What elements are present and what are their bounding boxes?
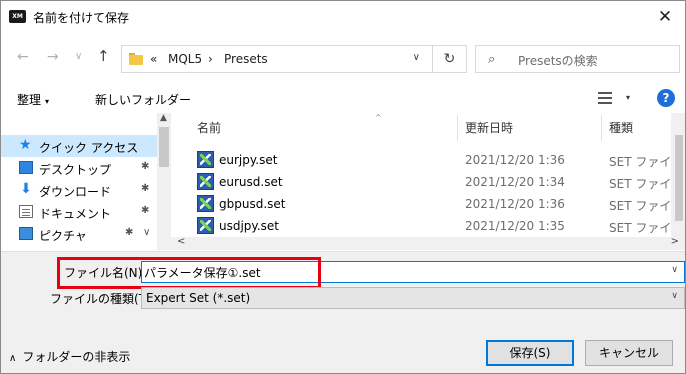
new-folder-button[interactable]: 新しいフォルダー bbox=[95, 91, 191, 108]
search-icon: ⌕ bbox=[488, 52, 496, 67]
file-list: ^ 名前 更新日時 種類 eurjpy.set 2021/12/20 1:36 … bbox=[171, 113, 685, 250]
file-date: 2021/12/20 1:36 bbox=[465, 153, 565, 167]
organize-button[interactable]: 整理 ▾ bbox=[17, 91, 49, 108]
chevron-down-icon: ∨ bbox=[671, 291, 678, 301]
scroll-thumb[interactable] bbox=[675, 135, 683, 221]
column-header-name[interactable]: 名前 bbox=[197, 119, 221, 136]
close-button[interactable]: ✕ bbox=[645, 1, 685, 33]
title-bar: XM 名前を付けて保存 ✕ bbox=[1, 1, 685, 33]
forward-icon[interactable]: → bbox=[47, 49, 59, 65]
scroll-up-icon[interactable]: ▲ bbox=[160, 113, 167, 123]
document-icon bbox=[19, 205, 33, 218]
filename-input[interactable] bbox=[144, 263, 644, 281]
nav-item-label: ドキュメント bbox=[39, 207, 112, 221]
nav-item-downloads[interactable]: ⬇ ダウンロード ✱ bbox=[1, 179, 157, 201]
star-icon: ★ bbox=[19, 137, 32, 153]
nav-item-label: デスクトップ bbox=[39, 163, 112, 177]
search-box[interactable]: ⌕ Presetsの検索 bbox=[475, 45, 680, 73]
nav-item-documents[interactable]: ドキュメント ✱ bbox=[1, 201, 157, 223]
refresh-button[interactable]: ↻ bbox=[433, 45, 467, 73]
view-options-icon[interactable] bbox=[598, 92, 612, 104]
column-header-type[interactable]: 種類 bbox=[609, 119, 633, 136]
cancel-button[interactable]: キャンセル bbox=[585, 340, 673, 366]
pin-icon: ✱ bbox=[141, 205, 150, 216]
file-row[interactable]: usdjpy.set 2021/12/20 1:35 SET ファイル bbox=[171, 215, 683, 237]
hide-folders-label: フォルダーの非表示 bbox=[22, 350, 131, 364]
file-row[interactable]: eurusd.set 2021/12/20 1:34 SET ファイル bbox=[171, 171, 683, 193]
scroll-right-icon[interactable]: > bbox=[671, 236, 679, 247]
horizontal-scrollbar[interactable]: < > bbox=[171, 236, 685, 250]
nav-item-label: ダウンロード bbox=[39, 185, 112, 199]
scroll-thumb[interactable] bbox=[159, 127, 169, 167]
set-file-icon bbox=[197, 173, 214, 190]
recent-locations-icon[interactable]: ∨ bbox=[75, 51, 82, 62]
pin-icon: ✱ bbox=[141, 183, 150, 194]
filetype-value: Expert Set (*.set) bbox=[146, 291, 251, 305]
save-as-dialog: XM 名前を付けて保存 ✕ ← → ∨ ↑ « MQL5 › Presets ∨… bbox=[0, 0, 686, 374]
file-name: eurusd.set bbox=[219, 175, 283, 189]
nav-item-pictures[interactable]: ピクチャ ✱ ∨ bbox=[1, 223, 157, 245]
nav-item-desktop[interactable]: デスクトップ ✱ bbox=[1, 157, 157, 179]
pictures-icon bbox=[19, 227, 33, 240]
file-name: usdjpy.set bbox=[219, 219, 279, 233]
address-row: ← → ∨ ↑ « MQL5 › Presets ∨ ↻ ⌕ Presetsの検… bbox=[1, 41, 685, 75]
filetype-select[interactable]: Expert Set (*.set) ∨ bbox=[141, 287, 685, 309]
save-form: ファイル名(N): ∨ ファイルの種類(T): Expert Set (*.se… bbox=[1, 251, 685, 373]
scroll-left-icon[interactable]: < bbox=[177, 236, 185, 247]
set-file-icon bbox=[197, 217, 214, 234]
filetype-label: ファイルの種類(T): bbox=[50, 292, 155, 306]
breadcrumb-mql5[interactable]: MQL5 bbox=[168, 52, 202, 66]
nav-scrollbar[interactable]: ▲ bbox=[157, 113, 171, 250]
organize-label: 整理 bbox=[17, 93, 42, 107]
chevron-up-icon: ∧ bbox=[9, 353, 17, 364]
download-icon: ⬇ bbox=[20, 181, 32, 197]
help-icon[interactable]: ? bbox=[657, 89, 675, 107]
dialog-title: 名前を付けて保存 bbox=[33, 11, 130, 25]
up-folder-icon[interactable]: ↑ bbox=[97, 47, 110, 65]
pin-icon: ✱ bbox=[141, 161, 150, 172]
folder-icon bbox=[129, 53, 143, 65]
file-date: 2021/12/20 1:35 bbox=[465, 219, 565, 233]
search-input[interactable]: Presetsの検索 bbox=[518, 52, 598, 69]
navigation-pane: ★ クイック アクセス デスクトップ ✱ ⬇ ダウンロード ✱ ドキュメント ✱… bbox=[1, 113, 171, 250]
vertical-scrollbar[interactable] bbox=[671, 113, 685, 237]
file-date: 2021/12/20 1:34 bbox=[465, 175, 565, 189]
address-dropdown-icon[interactable]: ∨ bbox=[413, 52, 420, 63]
command-bar: 整理 ▾ 新しいフォルダー ▾ ? bbox=[1, 81, 685, 115]
pin-icon: ✱ bbox=[125, 227, 134, 238]
breadcrumb-presets[interactable]: Presets bbox=[224, 52, 268, 66]
filename-label: ファイル名(N): bbox=[64, 266, 147, 280]
column-divider[interactable] bbox=[457, 115, 458, 141]
back-icon[interactable]: ← bbox=[17, 49, 29, 65]
file-name: gbpusd.set bbox=[219, 197, 286, 211]
filename-field[interactable]: ∨ bbox=[141, 261, 685, 283]
file-name: eurjpy.set bbox=[219, 153, 278, 167]
file-row[interactable]: eurjpy.set 2021/12/20 1:36 SET ファイル bbox=[171, 149, 683, 171]
app-logo: XM bbox=[9, 10, 26, 23]
chevron-down-icon[interactable]: ∨ bbox=[671, 265, 678, 275]
view-dropdown-icon[interactable]: ▾ bbox=[626, 93, 630, 102]
file-row[interactable]: gbpusd.set 2021/12/20 1:36 SET ファイル bbox=[171, 193, 683, 215]
hide-folders-toggle[interactable]: ∧ フォルダーの非表示 bbox=[9, 348, 130, 365]
save-button[interactable]: 保存(S) bbox=[486, 340, 574, 366]
set-file-icon bbox=[197, 195, 214, 212]
address-bar[interactable]: « MQL5 › Presets ∨ bbox=[121, 45, 433, 73]
desktop-icon bbox=[19, 161, 33, 174]
nav-item-quick-access[interactable]: ★ クイック アクセス bbox=[1, 135, 157, 157]
nav-item-label: ピクチャ bbox=[39, 229, 87, 243]
file-date: 2021/12/20 1:36 bbox=[465, 197, 565, 211]
sort-indicator-icon: ^ bbox=[375, 113, 382, 122]
breadcrumb-overflow[interactable]: « bbox=[150, 52, 157, 66]
column-header-date[interactable]: 更新日時 bbox=[465, 119, 513, 136]
chevron-down-icon: ▾ bbox=[45, 97, 50, 106]
expand-chevron-icon[interactable]: ∨ bbox=[143, 227, 150, 238]
column-divider[interactable] bbox=[601, 115, 602, 141]
breadcrumb-separator: › bbox=[208, 52, 213, 66]
set-file-icon bbox=[197, 151, 214, 168]
nav-item-label: クイック アクセス bbox=[39, 141, 139, 155]
